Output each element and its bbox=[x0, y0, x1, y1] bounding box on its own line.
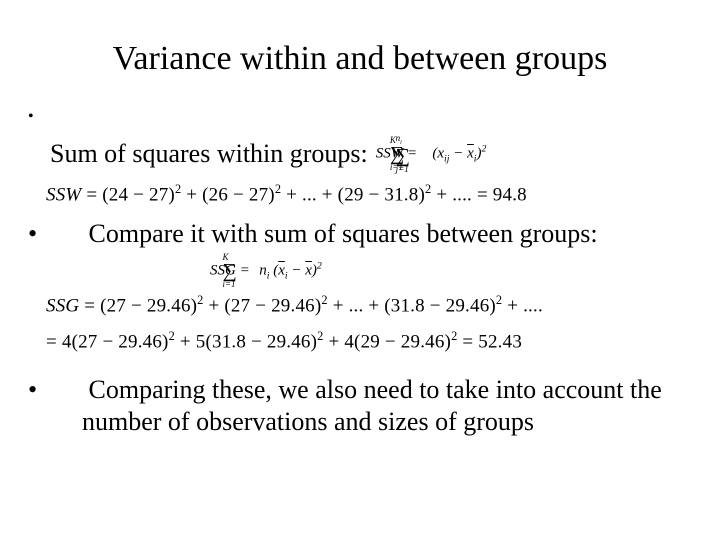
bullet-1: Sum of squares within groups: SSW = K ∑ … bbox=[40, 108, 680, 178]
ssg-example-line2: = 4(27 − 29.46)2 + 5(31.8 − 29.46)2 + 4(… bbox=[40, 329, 680, 353]
ssw-example-equation: SSW = (24 − 27)2 + (26 − 27)2 + ... + (2… bbox=[40, 182, 680, 206]
slide-title: Variance within and between groups bbox=[40, 40, 680, 78]
bullet-list: Sum of squares within groups: SSW = K ∑ … bbox=[40, 108, 680, 178]
bullet-3: Comparing these, we also need to take in… bbox=[40, 374, 680, 439]
ssg-example-line1: SSG = (27 − 29.46)2 + (27 − 29.46)2 + ..… bbox=[40, 293, 680, 317]
bullet-list-2: Compare it with sum of squares between g… bbox=[40, 218, 680, 289]
bullet-list-3: Comparing these, we also need to take in… bbox=[40, 374, 680, 439]
bullet-3-text: Comparing these, we also need to take in… bbox=[82, 375, 662, 437]
bullet-1-text: Sum of squares within groups: bbox=[82, 138, 368, 169]
ssg-definition-formula: SSG = K ∑ i=1 ni (xi − x)2 bbox=[242, 253, 322, 289]
slide-container: Variance within and between groups Sum o… bbox=[0, 0, 720, 461]
bullet-2: Compare it with sum of squares between g… bbox=[40, 218, 680, 289]
bullet-2-text: Compare it with sum of squares between g… bbox=[89, 219, 598, 248]
ssw-definition-formula: SSW = K ∑ i=1 ni ∑ j=1 (xij − xi)2 bbox=[408, 134, 487, 174]
